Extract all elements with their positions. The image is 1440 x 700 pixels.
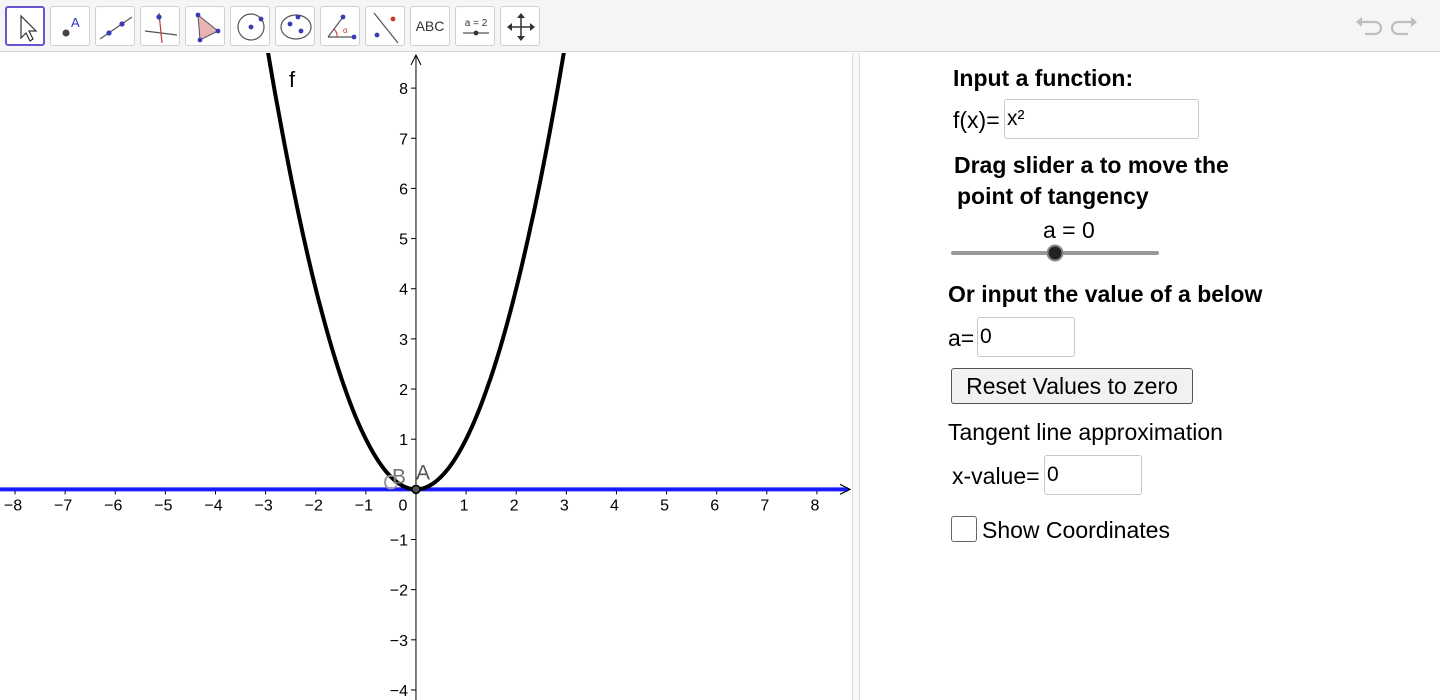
x-tick-label: 2	[510, 497, 519, 514]
tangent-approximation-heading: Tangent line approximation	[948, 419, 1223, 445]
y-tick-label: 6	[399, 181, 408, 198]
input-a-heading: Or input the value of a below	[948, 281, 1263, 307]
y-tick-label: 7	[399, 131, 408, 148]
ellipse-tool-button[interactable]	[275, 6, 315, 46]
slider-a[interactable]	[949, 241, 1161, 265]
polygon-icon	[195, 12, 221, 43]
function-label-f: f	[289, 67, 296, 92]
point-a[interactable]	[411, 484, 421, 495]
drag-slider-heading-line2: point of tangency	[957, 183, 1149, 209]
circle-tool-button[interactable]	[230, 6, 270, 46]
y-tick-label: 2	[399, 382, 408, 399]
point-label-a: A	[416, 461, 430, 484]
x-tick-label: −1	[355, 497, 373, 514]
y-tick-label: −4	[390, 683, 408, 700]
cursor-arrow-icon	[20, 14, 38, 42]
move-graphics-view-tool-button[interactable]	[500, 6, 540, 46]
y-tick-label: 8	[399, 81, 408, 98]
x-tick-label: −6	[104, 497, 122, 514]
undo-icon	[1356, 17, 1383, 36]
show-coordinates-label: Show Coordinates	[982, 517, 1170, 543]
x-tick-label: 4	[610, 497, 619, 514]
line-tool-button[interactable]	[95, 6, 135, 46]
x-tick-label: 3	[560, 497, 569, 514]
perpendicular-line-tool-button[interactable]	[140, 6, 180, 46]
graph-canvas[interactable]: −8 −7 −6 −5 −4 −3 −2 −1 0 1 2 3 4 5 6 7 8 8 7 6 5 4 3 2 1 −1 −2 −3 −…	[0, 53, 852, 700]
move-arrows-icon	[507, 13, 535, 41]
slider-icon: a = 2	[463, 18, 489, 36]
drag-slider-heading-line1: Drag slider a to move the	[954, 152, 1229, 178]
text-tool-button[interactable]: ABC	[410, 6, 450, 46]
view-divider[interactable]	[852, 53, 860, 700]
x-tick-label: 5	[660, 497, 669, 514]
y-tick-label: 5	[399, 232, 408, 249]
y-tick-label: 3	[399, 332, 408, 349]
point-tool-button[interactable]: A	[50, 6, 90, 46]
y-tick-label: −2	[390, 583, 408, 600]
polygon-tool-button[interactable]	[185, 6, 225, 46]
reflect-tool-button[interactable]	[365, 6, 405, 46]
slider-tool-button[interactable]: a = 2	[455, 6, 495, 46]
svg-text:α: α	[343, 26, 348, 35]
x-tick-label: 0	[399, 497, 408, 514]
angle-icon: α	[327, 14, 357, 40]
fx-label: f(x)=	[953, 107, 1000, 133]
y-tick-label: 1	[399, 432, 408, 449]
slider-thumb[interactable]	[1046, 244, 1064, 262]
x-tick-label: 6	[710, 497, 719, 514]
x-tick-label: −5	[154, 497, 172, 514]
a-label: a=	[948, 325, 975, 351]
x-tick-label: −3	[254, 497, 272, 514]
reflect-icon	[373, 12, 399, 44]
redo-icon	[1390, 17, 1417, 36]
slider-value-label: a = 0	[1043, 217, 1095, 243]
x-tick-label: 7	[760, 497, 769, 514]
y-tick-label: −3	[390, 633, 408, 650]
graphics-view[interactable]: −8 −7 −6 −5 −4 −3 −2 −1 0 1 2 3 4 5 6 7 8 8 7 6 5 4 3 2 1 −1 −2 −3 −…	[0, 53, 852, 700]
a-input[interactable]: 0	[977, 317, 1075, 357]
point-label-c: C	[383, 471, 398, 494]
y-tick-label: −1	[390, 533, 408, 550]
x-tick-label: 1	[460, 497, 469, 514]
input-function-heading: Input a function:	[953, 65, 1134, 91]
ellipse-icon	[280, 14, 312, 40]
toolbar: A α ABC a = 2	[0, 0, 1440, 52]
x-value-input[interactable]: 0	[1044, 455, 1142, 495]
text-tool-label: ABC	[415, 18, 445, 34]
line-icon	[99, 16, 133, 40]
move-tool-button[interactable]	[5, 6, 45, 46]
point-icon: A	[62, 15, 80, 37]
x-tick-label: −2	[305, 497, 323, 514]
y-tick-label: 4	[399, 282, 408, 299]
reset-values-button[interactable]: Reset Values to zero	[951, 368, 1193, 404]
svg-text:A: A	[71, 15, 80, 30]
x-tick-label: 8	[810, 497, 819, 514]
x-tick-label: −4	[204, 497, 222, 514]
perpendicular-line-icon	[144, 12, 178, 44]
svg-text:a = 2: a = 2	[465, 18, 488, 29]
x-tick-label: −7	[54, 497, 72, 514]
function-input[interactable]: x²	[1004, 99, 1199, 139]
circle-icon	[237, 13, 265, 41]
x-value-label: x-value=	[952, 463, 1040, 489]
control-panel: Input a function: f(x)= x² Drag slider a…	[861, 53, 1440, 700]
show-coordinates-checkbox[interactable]	[951, 516, 977, 542]
undo-button[interactable]	[1353, 12, 1383, 40]
angle-tool-button[interactable]: α	[320, 6, 360, 46]
redo-button[interactable]	[1390, 12, 1420, 40]
x-tick-label: −8	[4, 497, 22, 514]
